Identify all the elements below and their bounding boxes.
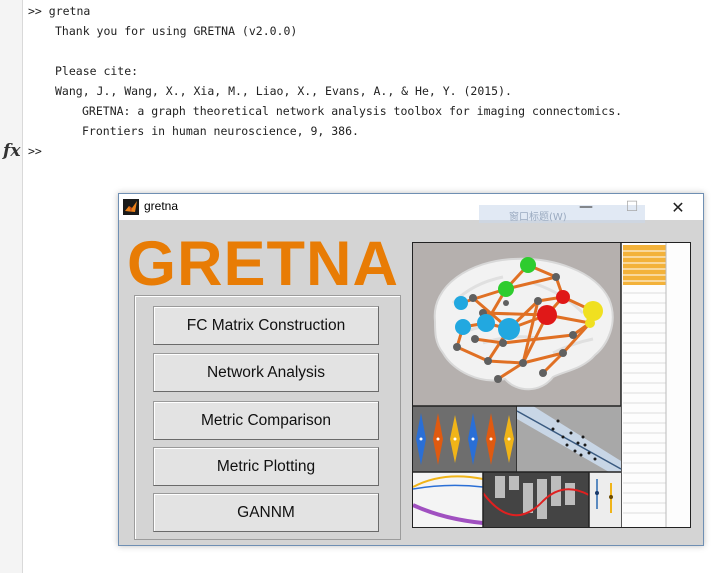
metric-plotting-button[interactable]: Metric Plotting xyxy=(153,447,379,486)
logo-collage-image xyxy=(412,242,691,528)
command-line: >> gretna xyxy=(28,4,91,18)
output-citation-title: GRETNA: a graph theoretical network anal… xyxy=(82,104,623,118)
fc-matrix-construction-button[interactable]: FC Matrix Construction xyxy=(153,306,379,345)
gretna-logo: GRETNA xyxy=(127,229,399,299)
window-title: gretna xyxy=(144,199,179,213)
output-citation-journal: Frontiers in human neuroscience, 9, 386. xyxy=(82,124,359,138)
output-thanks: Thank you for using GRETNA (v2.0.0) xyxy=(55,24,298,38)
network-analysis-button[interactable]: Network Analysis xyxy=(153,353,379,392)
matlab-icon xyxy=(123,199,139,215)
maximize-icon[interactable]: ☐ xyxy=(609,194,655,220)
output-cite-label: Please cite: xyxy=(55,64,139,78)
command-window-gutter xyxy=(0,0,23,573)
title-bar[interactable]: gretna 窗口标题(W) — ☐ ✕ xyxy=(119,194,703,223)
gretna-window: gretna 窗口标题(W) — ☐ ✕ GRETNA FC Matrix Co… xyxy=(118,193,704,546)
command-prompt[interactable]: >> xyxy=(28,144,42,158)
gannm-button[interactable]: GANNM xyxy=(153,493,379,532)
minimize-icon[interactable]: — xyxy=(563,194,609,220)
close-icon[interactable]: ✕ xyxy=(655,194,701,220)
fx-icon[interactable]: fx xyxy=(3,141,20,161)
metric-comparison-button[interactable]: Metric Comparison xyxy=(153,401,379,440)
output-citation-authors: Wang, J., Wang, X., Xia, M., Liao, X., E… xyxy=(55,84,512,98)
button-panel: FC Matrix Construction Network Analysis … xyxy=(134,295,401,540)
